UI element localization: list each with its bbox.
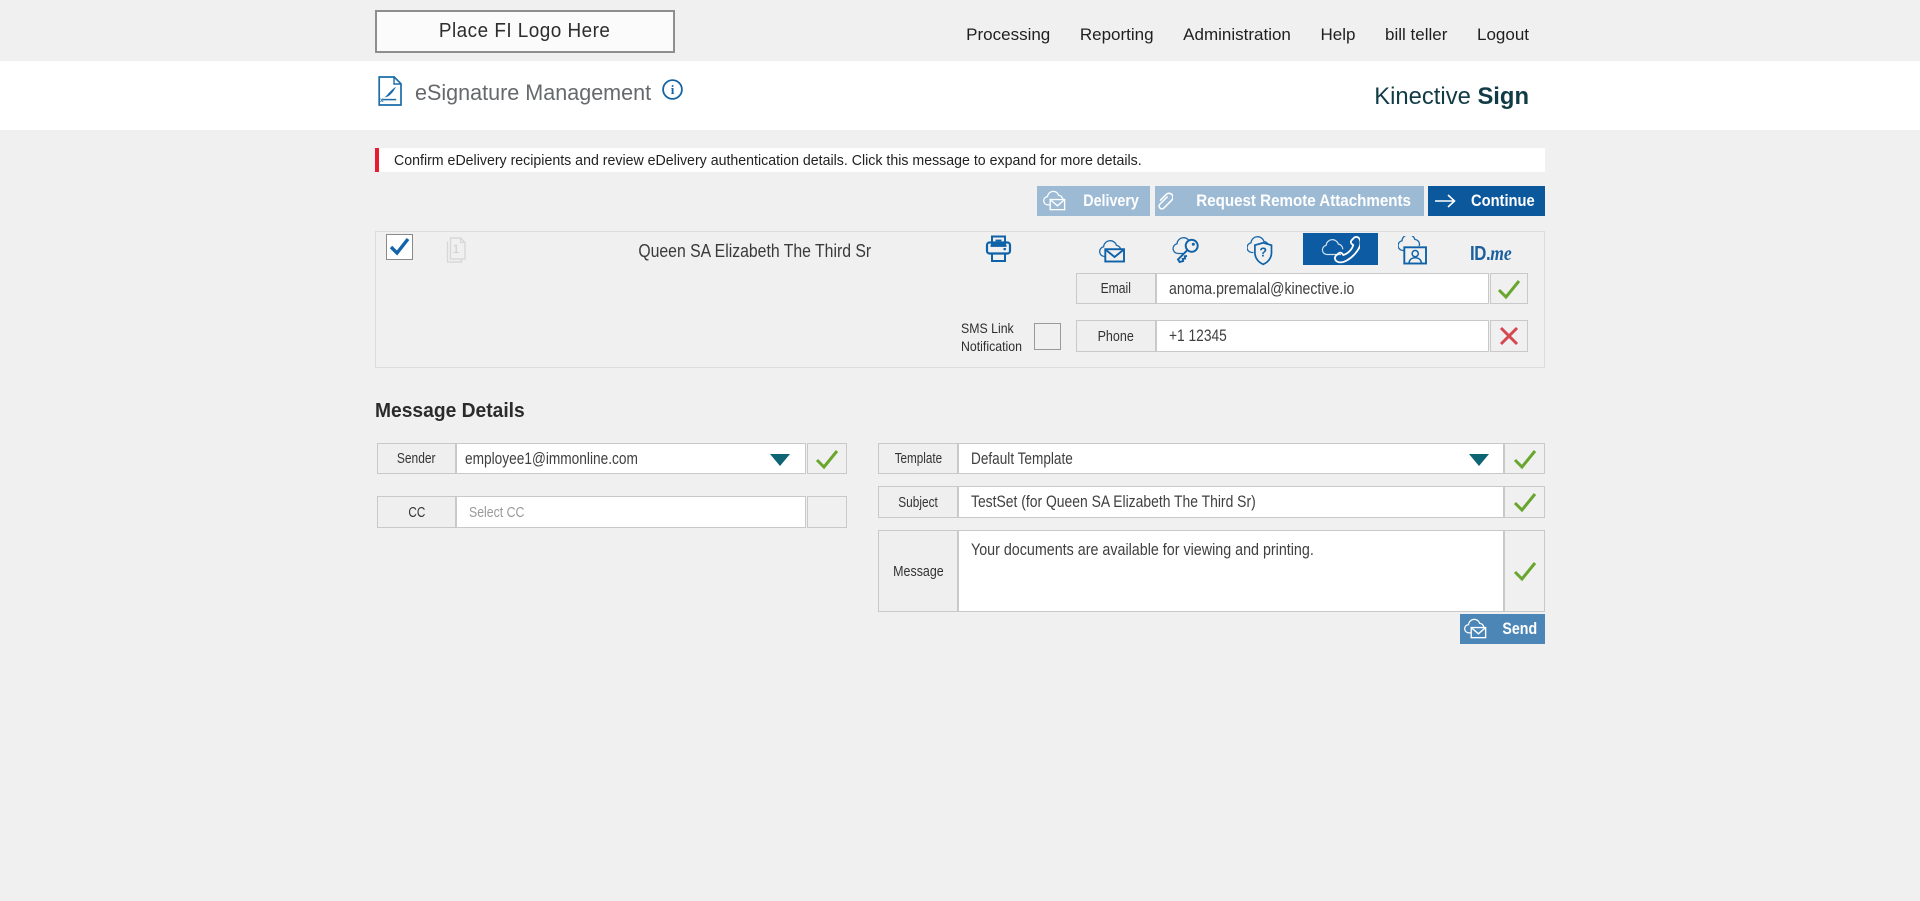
svg-text:?: ? bbox=[1259, 246, 1267, 260]
svg-text:x: x bbox=[380, 97, 384, 104]
svg-text:1: 1 bbox=[453, 242, 460, 256]
svg-text:i: i bbox=[671, 82, 675, 97]
